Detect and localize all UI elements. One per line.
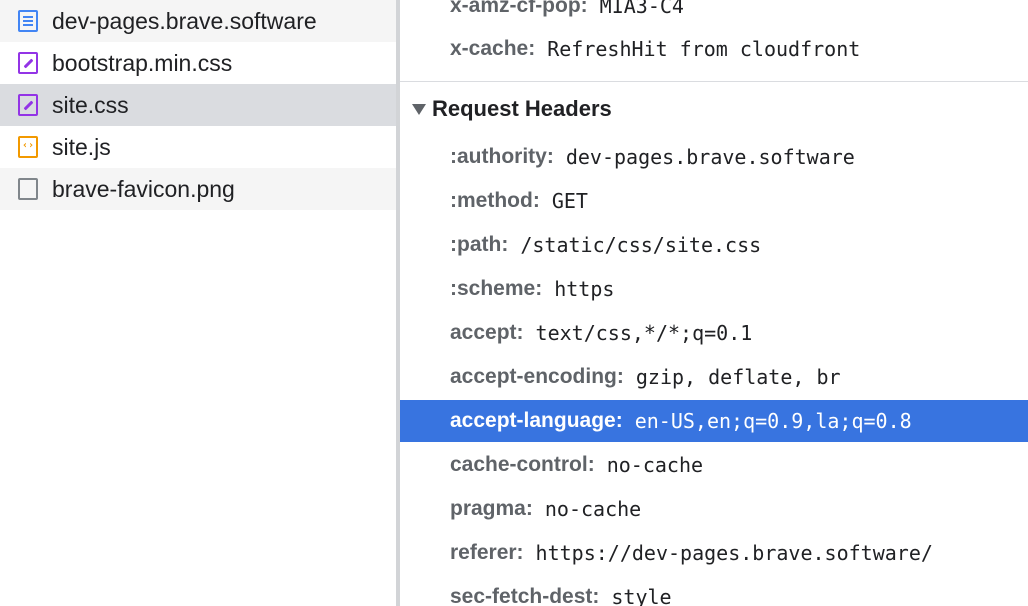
header-name: :path:	[450, 233, 509, 256]
header-value: GET	[551, 189, 588, 213]
request-header-row: accept-encoding: gzip, deflate, br	[400, 358, 1028, 396]
header-name: x-amz-cf-pop:	[450, 0, 588, 17]
header-name: cache-control:	[450, 453, 595, 476]
header-value: style	[611, 585, 672, 606]
request-header-row: referer: https://dev-pages.brave.softwar…	[400, 534, 1028, 572]
header-name: :scheme:	[450, 277, 543, 300]
request-row[interactable]: dev-pages.brave.software	[0, 0, 396, 42]
request-header-row: :method: GET	[400, 182, 1028, 220]
request-header-row: :path: /static/css/site.css	[400, 226, 1028, 264]
request-row[interactable]: brave-favicon.png	[0, 168, 396, 210]
request-header-row: :scheme: https	[400, 270, 1028, 308]
header-name: referer:	[450, 541, 524, 564]
request-name: brave-favicon.png	[52, 175, 235, 202]
document-icon	[18, 10, 38, 32]
header-value: no-cache	[544, 497, 642, 521]
stylesheet-icon	[18, 94, 38, 116]
request-header-row: accept: text/css,*/*;q=0.1	[400, 314, 1028, 352]
header-value: MIA3-C4	[599, 0, 684, 18]
section-divider	[400, 81, 1028, 82]
header-value: no-cache	[606, 453, 704, 477]
header-name: x-cache:	[450, 37, 536, 60]
triangle-down-icon	[412, 103, 426, 115]
request-name: bootstrap.min.css	[52, 49, 233, 76]
script-icon: ‹›	[18, 136, 38, 158]
header-value: /static/css/site.css	[520, 233, 762, 257]
response-header-row: x-cache: RefreshHit from cloudfront	[400, 30, 1028, 68]
request-name: site.js	[52, 133, 111, 160]
header-value: https	[554, 277, 615, 301]
header-name: accept-language:	[450, 409, 623, 432]
request-header-row: cache-control: no-cache	[400, 446, 1028, 484]
header-name: accept:	[450, 321, 524, 344]
request-row[interactable]: bootstrap.min.css	[0, 42, 396, 84]
response-header-row: x-amz-cf-pop: MIA3-C4	[400, 0, 1028, 25]
devtools-network-panel: dev-pages.brave.software bootstrap.min.c…	[0, 0, 1028, 606]
header-name: :authority:	[450, 145, 554, 168]
section-title: Request Headers	[432, 96, 612, 121]
request-header-row: :authority: dev-pages.brave.software	[400, 138, 1028, 176]
header-name: pragma:	[450, 497, 533, 520]
request-name: site.css	[52, 91, 129, 118]
request-row[interactable]: ‹› site.js	[0, 126, 396, 168]
request-header-row: sec-fetch-dest: style	[400, 578, 1028, 606]
request-row-selected[interactable]: site.css	[0, 84, 396, 126]
header-value: gzip, deflate, br	[635, 365, 841, 389]
header-name: accept-encoding:	[450, 365, 624, 388]
header-value: en-US,en;q=0.9,la;q=0.8	[634, 409, 912, 433]
request-name: dev-pages.brave.software	[52, 7, 317, 34]
request-header-row: pragma: no-cache	[400, 490, 1028, 528]
header-name: :method:	[450, 189, 540, 212]
request-list: dev-pages.brave.software bootstrap.min.c…	[0, 0, 396, 606]
stylesheet-icon	[18, 52, 38, 74]
headers-pane: x-amz-cf-pop: MIA3-C4 x-cache: RefreshHi…	[400, 0, 1028, 606]
image-icon	[18, 178, 38, 200]
request-headers-toggle[interactable]: Request Headers	[412, 93, 612, 125]
header-value: https://dev-pages.brave.software/	[535, 541, 933, 565]
header-value: text/css,*/*;q=0.1	[535, 321, 753, 345]
header-value: RefreshHit from cloudfront	[547, 37, 861, 61]
header-value: dev-pages.brave.software	[565, 145, 855, 169]
header-name: sec-fetch-dest:	[450, 585, 600, 606]
request-header-row-selected[interactable]: accept-language: en-US,en;q=0.9,la;q=0.8	[400, 400, 1028, 442]
